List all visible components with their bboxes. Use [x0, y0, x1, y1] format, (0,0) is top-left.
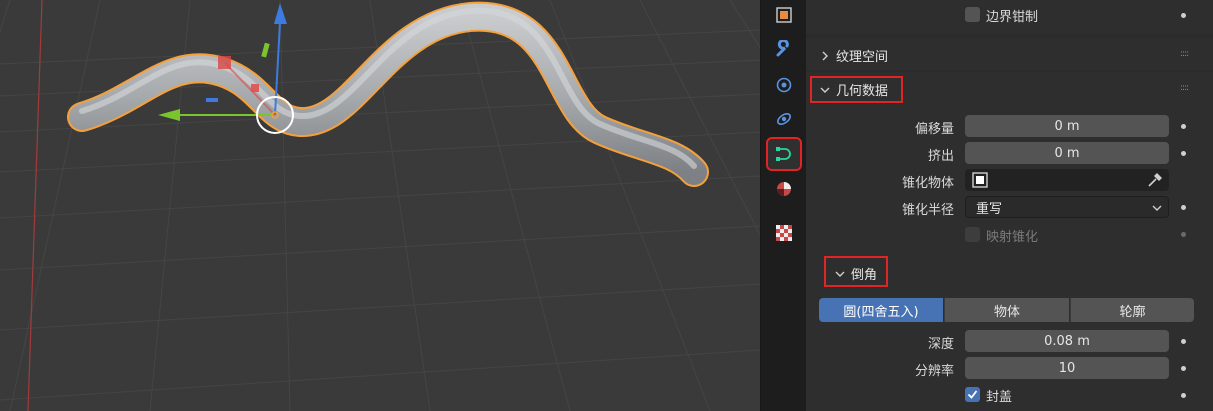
physics-tab[interactable]: [768, 104, 800, 134]
drag-handle-icon[interactable]: ::::: [1180, 83, 1189, 93]
physics-icon: [777, 113, 791, 125]
bevel-header[interactable]: 倒角: [833, 264, 877, 283]
chevron-down-icon: [1152, 205, 1162, 211]
fill-caps-label: 封盖: [986, 390, 1013, 405]
properties-tab-strip: [760, 0, 806, 411]
curve-tube-outline: [67, 1, 709, 187]
taper-radius-label: 锥化半径: [901, 203, 954, 218]
offset-label: 偏移量: [914, 122, 954, 137]
wrench-icon: [776, 40, 789, 57]
3d-viewport[interactable]: [0, 0, 760, 411]
clamp-checkbox[interactable]: [965, 7, 980, 22]
material-tab[interactable]: [768, 174, 800, 204]
texture-space-header[interactable]: 纹理空间: [818, 46, 888, 65]
bevel-mode-round[interactable]: 圆(四舍五入): [819, 298, 943, 322]
chevron-down-icon: [833, 270, 847, 278]
eyedropper-icon[interactable]: [1147, 172, 1163, 188]
resolution-keyframe-dot[interactable]: [1181, 366, 1186, 371]
depth-keyframe-dot[interactable]: [1181, 339, 1186, 344]
x-axis-line: [27, 0, 43, 411]
fill-caps-keyframe-dot[interactable]: [1181, 393, 1186, 398]
particles-icon: [776, 77, 792, 93]
chevron-right-icon: [818, 51, 832, 61]
clamp-keyframe-dot[interactable]: [1181, 13, 1186, 18]
texture-icon: [776, 225, 792, 241]
depth-label: 深度: [927, 337, 954, 352]
taper-object-label: 锥化物体: [901, 176, 954, 191]
extrude-label: 挤出: [927, 149, 954, 164]
bevel-mode-profile[interactable]: 轮廓: [1070, 298, 1194, 322]
extrude-keyframe-dot[interactable]: [1181, 151, 1186, 156]
modifier-tab[interactable]: [768, 34, 800, 64]
object-icon: [972, 172, 988, 188]
map-taper-label: 映射锥化: [986, 230, 1039, 245]
bevel-mode-object[interactable]: 物体: [944, 298, 1069, 322]
texture-space-title: 纹理空间: [836, 50, 889, 65]
fill-caps-checkbox[interactable]: [965, 387, 980, 402]
chevron-down-icon: [818, 86, 832, 94]
taper-radius-keyframe-dot[interactable]: [1181, 205, 1186, 210]
bevel-title: 倒角: [851, 268, 878, 283]
resolution-label: 分辨率: [914, 364, 954, 379]
geometry-header[interactable]: 几何数据: [818, 80, 888, 99]
offset-field[interactable]: 0 m: [965, 115, 1169, 137]
checkmark-icon: [967, 390, 978, 399]
resolution-field[interactable]: 10: [965, 357, 1169, 379]
offset-keyframe-dot[interactable]: [1181, 124, 1186, 129]
map-taper-checkbox[interactable]: [965, 227, 980, 242]
properties-panel: 边界钳制 纹理空间 :::: 几何数据 :::: 偏移量 0 m 挤出 0 m …: [806, 0, 1213, 411]
particles-tab[interactable]: [768, 70, 800, 100]
object-icon: [776, 7, 792, 23]
geometry-title: 几何数据: [836, 84, 889, 99]
extrude-field[interactable]: 0 m: [965, 142, 1169, 164]
curve-icon: [776, 147, 791, 161]
depth-field[interactable]: 0.08 m: [965, 330, 1169, 352]
taper-radius-value: 重写: [976, 201, 1003, 217]
clamp-label: 边界钳制: [986, 10, 1039, 25]
viewport-scene: [0, 0, 760, 411]
texture-tab[interactable]: [768, 218, 800, 248]
curve-data-tab[interactable]: [766, 137, 802, 171]
material-icon: [777, 182, 791, 196]
taper-radius-select[interactable]: 重写: [965, 196, 1169, 218]
map-taper-keyframe-dot[interactable]: [1181, 232, 1186, 237]
object-tab[interactable]: [768, 0, 800, 30]
taper-object-field[interactable]: [965, 169, 1169, 191]
drag-handle-icon[interactable]: ::::: [1180, 49, 1189, 59]
